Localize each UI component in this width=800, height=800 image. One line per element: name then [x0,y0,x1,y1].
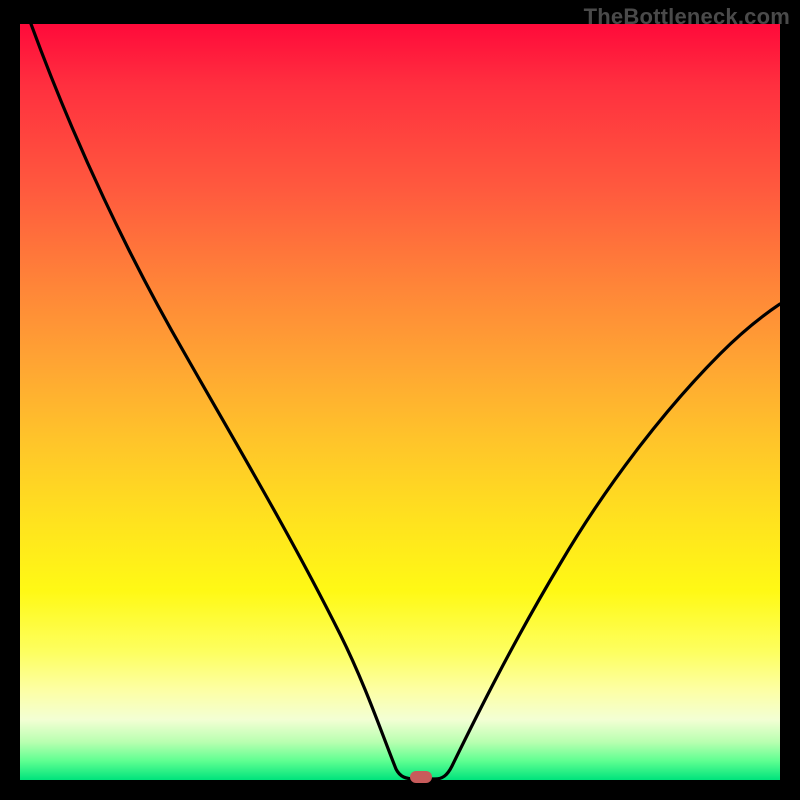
chart-frame: TheBottleneck.com [0,0,800,800]
plot-area [20,24,780,780]
bottleneck-curve [31,24,780,779]
watermark-text: TheBottleneck.com [584,4,790,30]
optimal-point-marker [410,771,432,783]
curve-svg [20,24,780,780]
